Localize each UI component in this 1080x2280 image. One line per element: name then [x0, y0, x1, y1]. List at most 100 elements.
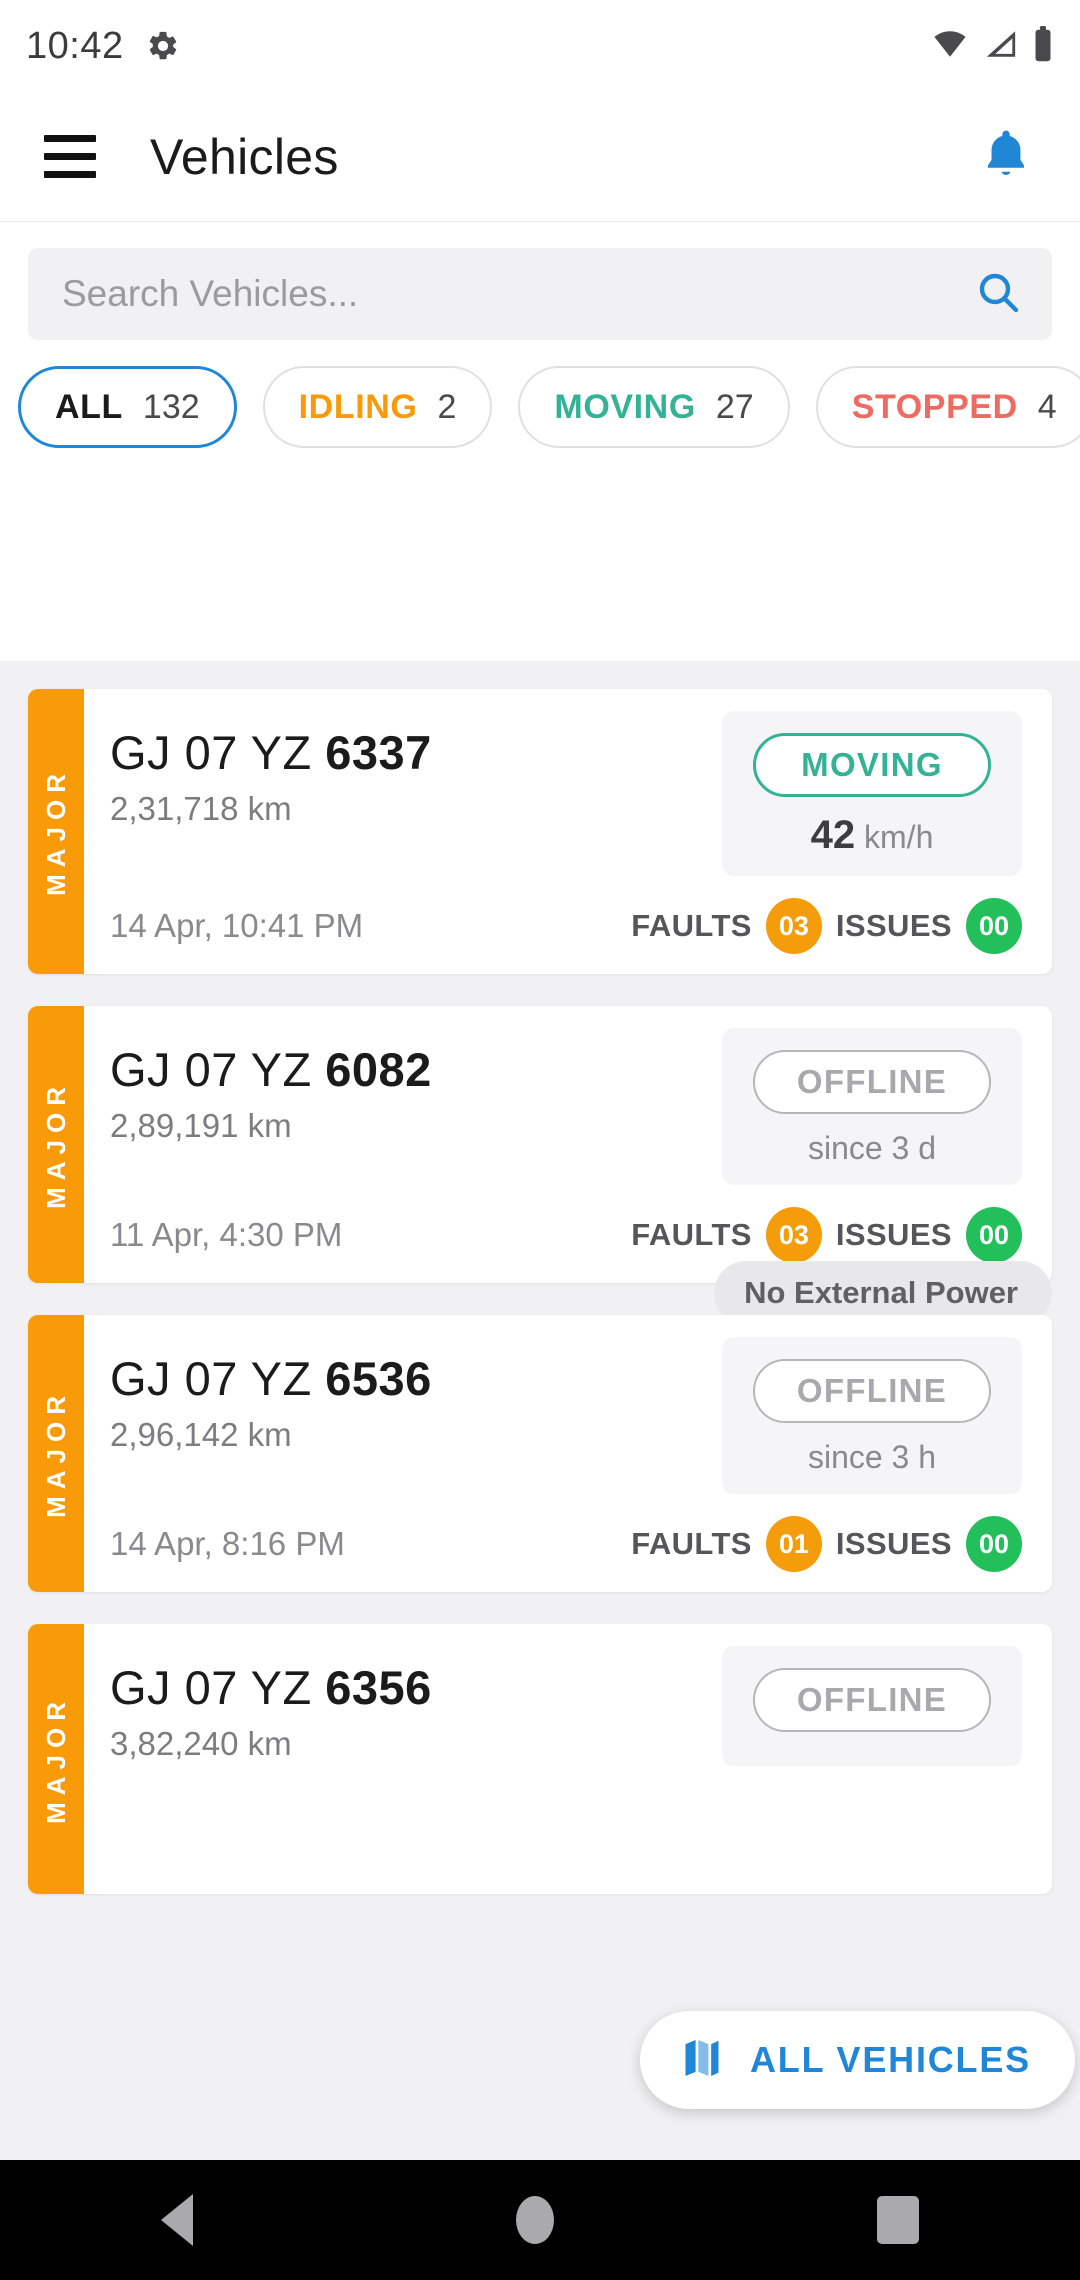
- vehicle-speed-unit: km/h: [855, 819, 934, 855]
- vehicle-plate: GJ 07 YZ 6536: [110, 1351, 722, 1406]
- vehicle-timestamp: 14 Apr, 10:41 PM: [110, 907, 364, 944]
- filter-chip-label: ALL: [55, 387, 123, 426]
- vehicle-card[interactable]: MAJOR GJ 07 YZ 6356 3,82,240 km OFFLINE: [28, 1624, 1052, 1894]
- battery-icon: [1032, 25, 1054, 67]
- filter-chip-label: IDLING: [298, 387, 418, 426]
- vehicle-timestamp: 14 Apr, 8:16 PM: [110, 1525, 345, 1562]
- all-vehicles-button[interactable]: ALL VEHICLES: [640, 2011, 1075, 2109]
- faults-badge: 03: [765, 898, 822, 954]
- bell-icon[interactable]: [978, 124, 1034, 189]
- vehicle-counters: FAULTS 03 ISSUES 00: [631, 898, 1022, 954]
- vehicle-card-header: GJ 07 YZ 6082 2,89,191 km OFFLINE since 3 d: [110, 1028, 1022, 1185]
- vehicle-odometer: 3,82,240 km: [110, 1725, 292, 1762]
- vehicle-odometer: 2,31,718 km: [110, 790, 292, 827]
- vehicle-status-pill: MOVING: [753, 733, 991, 797]
- filter-chip-count: 27: [715, 387, 754, 426]
- faults-label: FAULTS: [631, 1217, 752, 1252]
- vehicle-card-footer: 11 Apr, 4:30 PM FAULTS 03 ISSUES 00: [110, 1207, 1022, 1263]
- filter-chip-label: STOPPED: [851, 387, 1018, 426]
- vehicle-identity: GJ 07 YZ 6082 2,89,191 km: [110, 1028, 722, 1145]
- filter-chip-label: MOVING: [554, 387, 696, 426]
- vehicle-status-pill: OFFLINE: [753, 1359, 991, 1423]
- vehicle-card-footer: 14 Apr, 8:16 PM FAULTS 01 ISSUES 00: [110, 1516, 1022, 1572]
- search-input[interactable]: [62, 273, 974, 315]
- faults-badge: 01: [765, 1516, 822, 1572]
- vehicle-identity: GJ 07 YZ 6337 2,31,718 km: [110, 711, 722, 828]
- home-circle-icon[interactable]: [515, 2196, 554, 2244]
- filter-chip-stopped[interactable]: STOPPED 4: [815, 366, 1080, 448]
- vehicle-card-body: GJ 07 YZ 6337 2,31,718 km MOVING 42 km/h 14 …: [84, 689, 1052, 974]
- search-icon[interactable]: [974, 268, 1022, 321]
- vehicle-plate-number: 6356: [325, 1661, 432, 1714]
- vehicle-card[interactable]: MAJOR GJ 07 YZ 6082 2,89,191 km OFFLINE sinc…: [28, 1006, 1052, 1283]
- vehicle-plate: GJ 07 YZ 6356: [110, 1660, 722, 1715]
- severity-label: MAJOR: [40, 1694, 71, 1824]
- signal-icon: [982, 27, 1020, 66]
- severity-label: MAJOR: [40, 1080, 71, 1209]
- hamburger-menu-icon[interactable]: [44, 135, 96, 178]
- vehicle-plate-number: 6337: [325, 726, 432, 779]
- vehicle-card-header: GJ 07 YZ 6536 2,96,142 km OFFLINE since 3 h: [110, 1337, 1022, 1494]
- page-title: Vehicles: [150, 128, 339, 185]
- all-vehicles-label: ALL VEHICLES: [750, 2039, 1031, 2080]
- vehicle-substatus: since 3 d: [807, 1130, 937, 1166]
- back-triangle-icon[interactable]: [161, 2194, 194, 2246]
- vehicle-card-header: GJ 07 YZ 6356 3,82,240 km OFFLINE: [110, 1646, 1022, 1766]
- filter-chip-count: 132: [142, 387, 200, 426]
- vehicle-plate-prefix: GJ 07 YZ: [110, 1043, 326, 1096]
- faults-badge: 03: [765, 1207, 822, 1263]
- filter-chip-all[interactable]: ALL 132: [18, 366, 237, 448]
- filter-chip-count: 4: [1037, 387, 1057, 426]
- vehicle-plate: GJ 07 YZ 6082: [110, 1042, 722, 1097]
- vehicle-card[interactable]: MAJOR GJ 07 YZ 6337 2,31,718 km MOVING 42 km…: [28, 689, 1052, 974]
- issues-badge: 00: [966, 898, 1022, 954]
- filter-chip-idling[interactable]: IDLING 2: [262, 366, 493, 448]
- issues-label: ISSUES: [835, 908, 952, 943]
- vehicle-status-panel: OFFLINE: [722, 1646, 1022, 1766]
- vehicle-card-body: GJ 07 YZ 6536 2,96,142 km OFFLINE since 3 h…: [84, 1315, 1052, 1592]
- vehicle-plate-prefix: GJ 07 YZ: [110, 1661, 326, 1714]
- vehicle-substatus-row: since 3 d: [808, 1130, 936, 1167]
- vehicle-status-pill: OFFLINE: [753, 1050, 991, 1114]
- search-box[interactable]: [28, 248, 1052, 340]
- filter-chip-moving[interactable]: MOVING 27: [518, 366, 790, 448]
- vehicle-identity: GJ 07 YZ 6356 3,82,240 km: [110, 1646, 722, 1763]
- vehicle-identity: GJ 07 YZ 6536 2,96,142 km: [110, 1337, 722, 1454]
- filter-chip-row[interactable]: ALL 132 IDLING 2 MOVING 27 STOPPED 4: [0, 360, 1080, 474]
- vehicle-substatus-row: 42 km/h: [811, 813, 934, 858]
- vehicle-status-panel: MOVING 42 km/h: [722, 711, 1022, 876]
- vehicle-speed-value: 42: [810, 813, 856, 857]
- issues-badge: 00: [966, 1516, 1022, 1572]
- vehicle-odometer: 2,96,142 km: [110, 1416, 292, 1453]
- vehicle-status-pill: OFFLINE: [753, 1668, 991, 1732]
- issues-label: ISSUES: [835, 1526, 952, 1561]
- issues-label: ISSUES: [835, 1217, 952, 1252]
- vehicle-counters: FAULTS 03 ISSUES 00: [631, 1207, 1022, 1263]
- issues-badge: 00: [966, 1207, 1022, 1263]
- vehicle-card-header: GJ 07 YZ 6337 2,31,718 km MOVING 42 km/h: [110, 711, 1022, 876]
- app-bar: Vehicles: [0, 92, 1080, 222]
- vehicle-status-panel: OFFLINE since 3 h: [722, 1337, 1022, 1494]
- vehicle-plate-number: 6536: [325, 1352, 432, 1405]
- vehicle-list[interactable]: MAJOR GJ 07 YZ 6337 2,31,718 km MOVING 42 km…: [0, 661, 1080, 2160]
- gear-icon: [146, 29, 180, 63]
- severity-bar: MAJOR: [28, 1315, 84, 1592]
- faults-label: FAULTS: [631, 1526, 752, 1561]
- vehicle-plate: GJ 07 YZ 6337: [110, 725, 722, 780]
- recents-square-icon[interactable]: [876, 2196, 919, 2244]
- android-nav-bar: [0, 2160, 1080, 2280]
- search-section: [0, 222, 1080, 360]
- severity-label: MAJOR: [40, 767, 71, 896]
- severity-label: MAJOR: [40, 1389, 71, 1518]
- filter-chip-count: 2: [437, 387, 457, 426]
- vehicle-card[interactable]: MAJOR GJ 07 YZ 6536 2,96,142 km OFFLINE sinc…: [28, 1315, 1052, 1592]
- severity-bar: MAJOR: [28, 1006, 84, 1283]
- vehicle-plate-prefix: GJ 07 YZ: [110, 1352, 326, 1405]
- vehicle-substatus-row: since 3 h: [808, 1439, 936, 1476]
- wifi-icon: [930, 27, 970, 66]
- vehicle-card-body: GJ 07 YZ 6082 2,89,191 km OFFLINE since 3 d…: [84, 1006, 1052, 1283]
- vehicle-card-body: GJ 07 YZ 6356 3,82,240 km OFFLINE: [84, 1624, 1052, 1894]
- vehicle-plate-prefix: GJ 07 YZ: [110, 726, 326, 779]
- vehicle-card-footer: 14 Apr, 10:41 PM FAULTS 03 ISSUES 00: [110, 898, 1022, 954]
- status-bar-clock: 10:42: [26, 24, 124, 67]
